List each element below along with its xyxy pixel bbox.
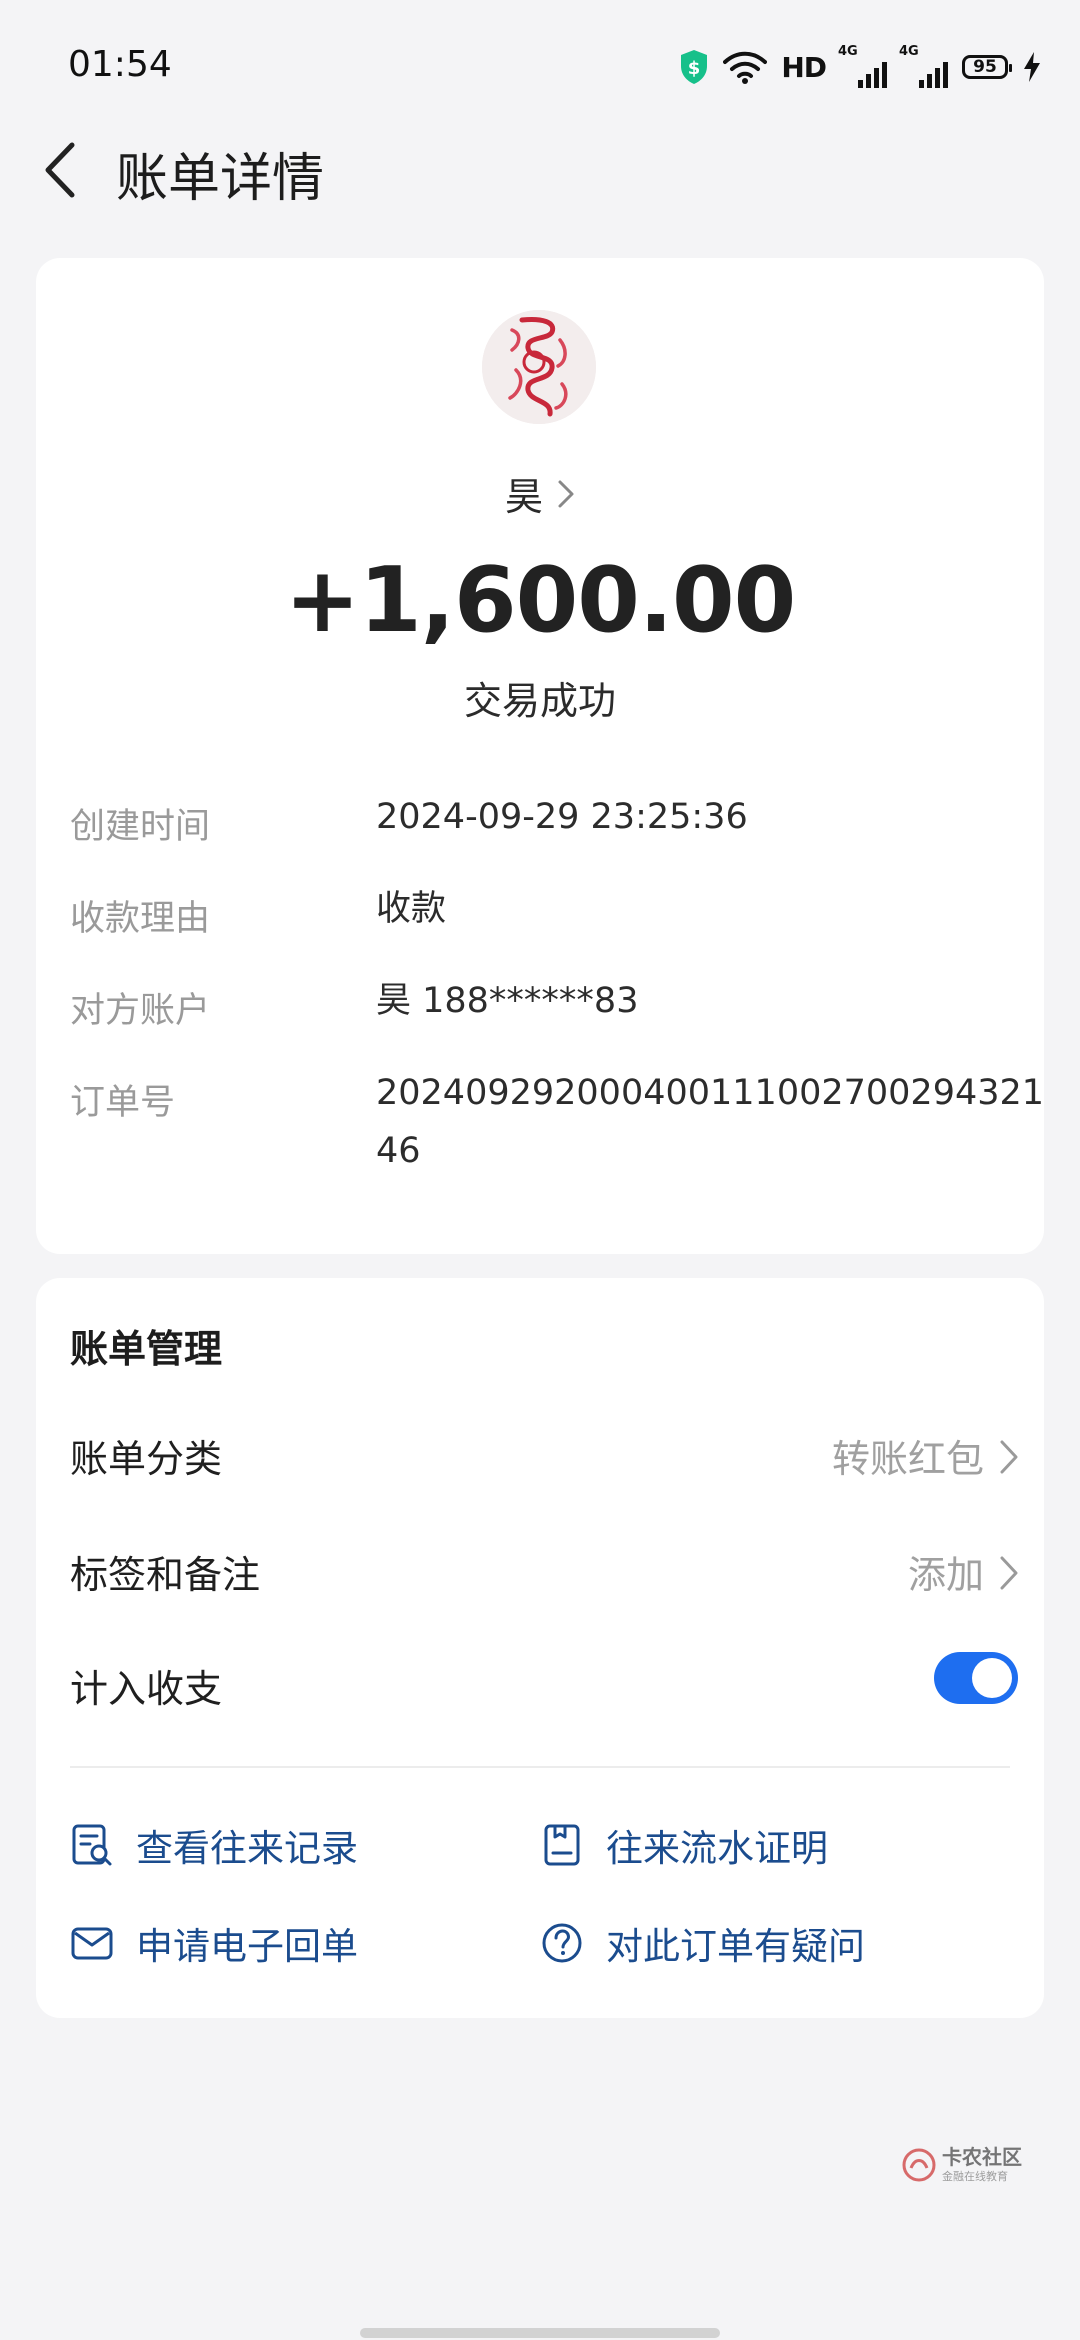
signal-icon: 4G [899,44,948,88]
home-indicator[interactable] [360,2328,720,2338]
back-button[interactable] [34,138,84,202]
order-number[interactable]: 20240929200040011100270029432146 [376,1064,1066,1180]
detail-value: 昊 188******83 [376,981,639,1021]
avatar-image [482,310,596,424]
view-history-link[interactable]: 查看往来记录 [70,1818,358,1872]
bill-category-row[interactable]: 账单分类 转账红包 [70,1428,1020,1488]
bill-category-label: 账单分类 [70,1437,223,1481]
tags-notes-label: 标签和备注 [70,1553,261,1597]
hd-label: HD [781,50,827,84]
mail-icon [71,1927,113,1960]
signal-tag: 4G [899,44,919,59]
status-time: 01:54 [68,44,172,85]
battery-icon: 95 [962,55,1012,79]
chevron-left-icon [45,142,75,198]
statement-proof-label: 往来流水证明 [606,1827,828,1870]
signal-tag: 4G [838,44,858,59]
e-receipt-label: 申请电子回单 [136,1925,358,1968]
chevron-right-icon [1000,1556,1018,1590]
detail-value: 2024-09-29 23:25:36 [376,797,748,837]
watermark-subtext: 金融在线教育 [942,2170,1008,2183]
shield-icon: $ [681,50,708,84]
statement-proof-link[interactable]: 往来流水证明 [540,1818,828,1872]
order-question-link[interactable]: 对此订单有疑问 [540,1916,865,1970]
e-receipt-link[interactable]: 申请电子回单 [70,1916,358,1970]
bill-management-card: 账单管理 账单分类 转账红包 标签和备注 添加 计入收支 查看往来记录 往来流水… [36,1278,1044,2018]
detail-label: 创建时间 [70,807,211,847]
tags-notes-value: 添加 [907,1553,984,1597]
payee-name: 昊 [504,475,543,519]
detail-value: 收款 [376,889,447,929]
divider [70,1766,1010,1768]
toggle-knob [972,1658,1012,1698]
signal-icon: 4G [838,44,887,88]
status-bar: 01:54 $ HD 4G 4G 95 [0,0,1080,130]
watermark-text: 卡农社区 [942,2145,1022,2169]
watermark: 卡农社区 金融在线教育 [902,2146,1022,2184]
detail-label: 对方账户 [70,991,211,1031]
watermark-logo-icon [902,2148,936,2182]
wifi-icon [723,51,768,84]
bill-category-value: 转账红包 [831,1437,984,1481]
detail-label: 收款理由 [70,899,211,939]
page-title: 账单详情 [116,149,325,209]
include-in-stats-row: 计入收支 [70,1652,1020,1718]
tags-notes-row[interactable]: 标签和备注 添加 [70,1544,1020,1604]
include-in-stats-label: 计入收支 [70,1667,223,1711]
transaction-amount: +1,600.00 [284,548,797,653]
statement-icon [544,1824,580,1866]
order-question-label: 对此订单有疑问 [606,1925,865,1968]
avatar[interactable] [482,310,596,424]
document-search-icon [72,1824,112,1866]
charging-icon [1024,52,1040,82]
transaction-status: 交易成功 [463,679,616,723]
chevron-right-icon [558,480,574,507]
include-in-stats-toggle[interactable] [934,1652,1018,1704]
section-title: 账单管理 [70,1327,223,1371]
svg-text:$: $ [688,58,701,79]
payee-link[interactable]: 昊 [36,466,1044,521]
detail-label: 订单号 [70,1083,176,1123]
chevron-right-icon [1000,1440,1018,1474]
status-icons: $ HD 4G 4G 95 [679,44,1042,88]
transaction-card: 昊 +1,600.00 交易成功 创建时间 2024-09-29 23:25:3… [36,258,1044,1254]
header: 账单详情 [0,120,1080,220]
question-circle-icon [542,1923,582,1963]
view-history-label: 查看往来记录 [136,1827,358,1870]
watermark-text-block: 卡农社区 金融在线教育 [942,2146,1022,2184]
